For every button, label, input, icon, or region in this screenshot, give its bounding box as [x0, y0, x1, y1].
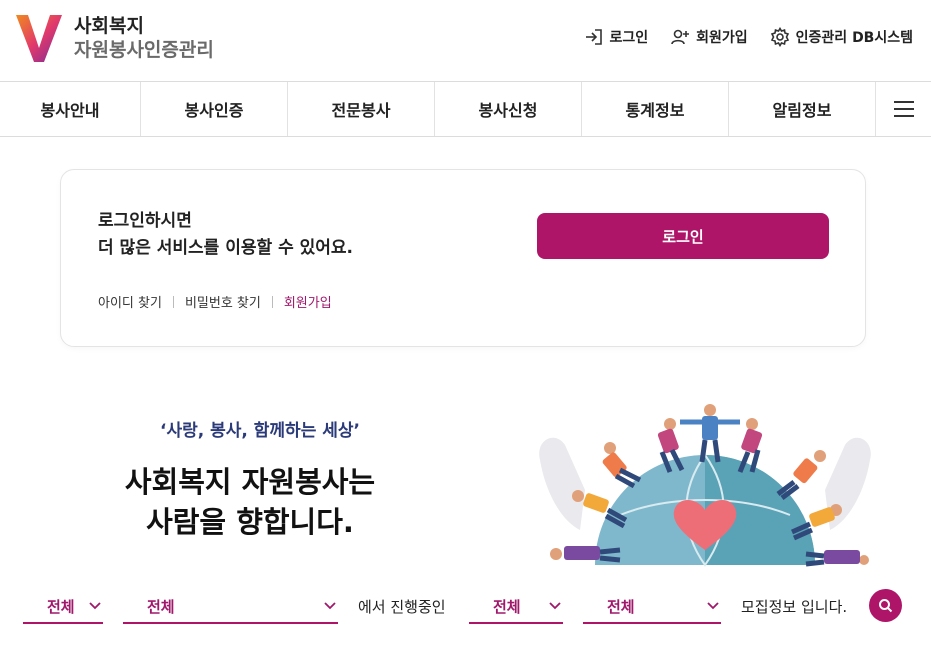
all-menu-button[interactable]	[876, 82, 931, 136]
chevron-down-icon	[707, 602, 719, 610]
logo-title: 사회복지	[74, 14, 144, 37]
link-divider	[271, 295, 273, 308]
link-divider	[172, 295, 174, 308]
login-link-label: 로그인	[609, 30, 649, 46]
search-suffix-text: 모집정보 입니다.	[741, 598, 848, 616]
add-user-icon	[671, 29, 690, 45]
login-message-line2: 더 많은 서비스를 이용할 수 있어요.	[98, 238, 354, 258]
login-message-line1: 로그인하시면	[98, 211, 192, 231]
subcategory-select-value: 전체	[607, 597, 635, 616]
find-password-link[interactable]: 비밀번호 찾기	[185, 292, 261, 311]
chevron-down-icon	[324, 602, 336, 610]
slogan-subtitle: ‘사랑, 봉사, 함께하는 세상’	[160, 421, 360, 441]
signup-card-link[interactable]: 회원가입	[284, 292, 332, 311]
chevron-down-icon	[549, 602, 561, 610]
slogan-title-line1: 사회복지 자원봉사는	[124, 465, 376, 499]
hamburger-icon	[893, 101, 914, 117]
cert-db-link[interactable]: 인증관리 DB시스템	[770, 27, 913, 47]
chevron-down-icon	[89, 602, 101, 610]
login-help-links: 아이디 찾기 비밀번호 찾기 회원가입	[98, 292, 332, 311]
site-header: 사회복지 자원봉사인증관리 로그인 회원가입 인증관리 DB시스템	[0, 0, 931, 82]
subregion-select[interactable]: 전체	[123, 590, 338, 624]
login-link[interactable]: 로그인	[584, 27, 649, 47]
subregion-select-value: 전체	[147, 597, 175, 616]
utility-menu: 로그인 회원가입 인증관리 DB시스템	[584, 27, 913, 47]
slogan-title-line2: 사람을 향합니다.	[146, 505, 354, 539]
login-icon	[585, 29, 602, 45]
nav-item-volunteer-guide[interactable]: 봉사안내	[0, 82, 141, 136]
logo-subtitle: 자원봉사인증관리	[74, 38, 214, 61]
subcategory-select[interactable]: 전체	[583, 590, 721, 624]
people-around-globe-illustration	[539, 404, 871, 567]
nav-item-volunteer-apply[interactable]: 봉사신청	[435, 82, 582, 136]
nav-item-volunteer-cert[interactable]: 봉사인증	[141, 82, 288, 136]
signup-link-label: 회원가입	[696, 30, 748, 46]
recruit-search-bar: 전체 전체 에서 진행중인 전체 전체 모집정보 입니다.	[0, 588, 931, 628]
logo-v-icon	[16, 15, 62, 62]
nav-item-expert-volunteer[interactable]: 전문봉사	[288, 82, 435, 136]
slogan-title: 사회복지 자원봉사는 사람을 향합니다.	[90, 462, 410, 542]
site-logo[interactable]: 사회복지 자원봉사인증관리	[14, 12, 214, 64]
gear-icon	[770, 27, 789, 47]
login-card: 로그인하시면 더 많은 서비스를 이용할 수 있어요. 아이디 찾기 비밀번호 …	[60, 169, 866, 347]
region-select-value: 전체	[47, 597, 75, 616]
nav-item-notices[interactable]: 알림정보	[729, 82, 876, 136]
search-button[interactable]	[869, 589, 902, 622]
category-select-value: 전체	[493, 597, 521, 616]
login-button[interactable]: 로그인	[537, 213, 829, 259]
region-select[interactable]: 전체	[23, 590, 103, 624]
search-icon	[879, 599, 893, 613]
login-message: 로그인하시면 더 많은 서비스를 이용할 수 있어요.	[98, 208, 353, 262]
main-nav: 봉사안내 봉사인증 전문봉사 봉사신청 통계정보 알림정보	[0, 82, 931, 137]
cert-db-link-label: 인증관리 DB시스템	[795, 30, 913, 46]
signup-link[interactable]: 회원가입	[670, 27, 748, 47]
nav-item-statistics[interactable]: 통계정보	[582, 82, 729, 136]
search-connector-text: 에서 진행중인	[358, 598, 446, 616]
find-id-link[interactable]: 아이디 찾기	[98, 292, 162, 311]
category-select[interactable]: 전체	[469, 590, 563, 624]
